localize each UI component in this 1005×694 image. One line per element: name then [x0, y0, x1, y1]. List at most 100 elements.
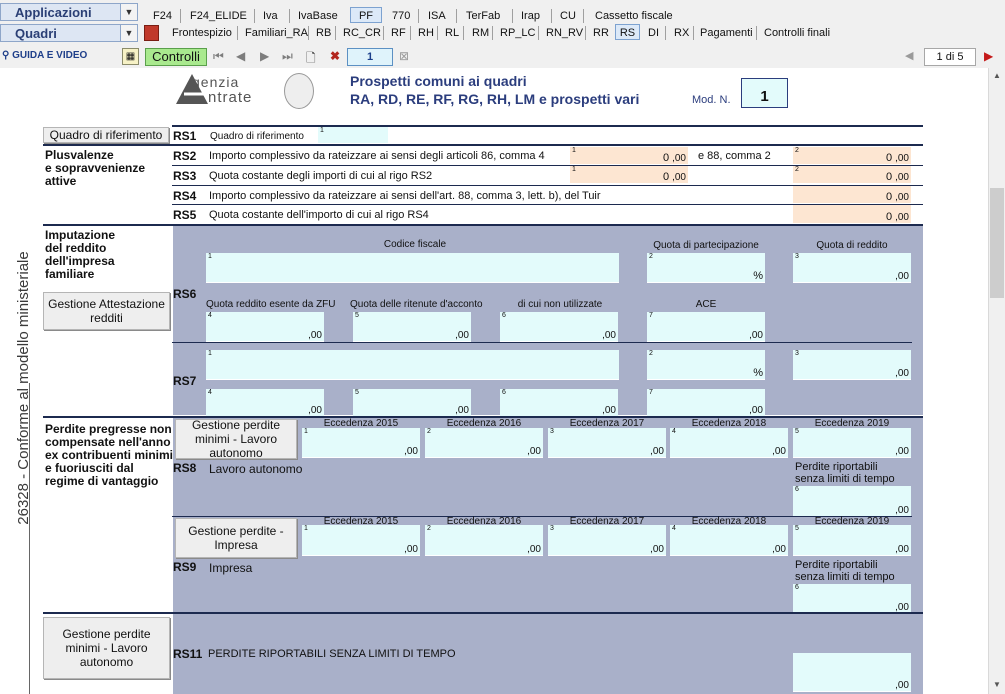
prev-page-icon[interactable]: ◀ — [236, 49, 245, 63]
guida-e-video-button[interactable]: ⚲ GUIDA E VIDEO — [2, 47, 117, 65]
applicazioni-dropdown[interactable]: Applicazioni ▼ — [0, 3, 138, 21]
chevron-down-icon[interactable]: ▼ — [120, 4, 137, 20]
prev-module-icon[interactable]: ◀ — [905, 49, 913, 62]
tab-770[interactable]: 770 — [390, 8, 412, 24]
tab-f24[interactable]: F24 — [151, 8, 174, 24]
vertical-scrollbar[interactable]: ▲ ▼ — [988, 68, 1005, 694]
rs9-senza-limiti-label: Perdite riportabili senza limiti di tempo — [795, 559, 895, 583]
rs9-eccedenza-2016[interactable]: 2,00 — [425, 525, 543, 556]
rs3-field2[interactable]: 2 0,00 — [793, 166, 911, 184]
rs9-eccedenza-2019[interactable]: 5,00 — [793, 525, 911, 556]
gestione-perdite-minimi-button[interactable]: Gestione perdite minimi - Lavoro autonom… — [175, 419, 297, 459]
clear-icon[interactable]: ⊠ — [399, 49, 409, 63]
tab-rf[interactable]: RF — [389, 25, 408, 41]
tab-rn-rv[interactable]: RN_RV — [544, 25, 585, 41]
last-page-icon[interactable]: ⏭ — [282, 49, 293, 64]
next-page-icon[interactable]: ▶ — [260, 49, 269, 63]
rs6-quota-reddito[interactable]: 3,00 — [793, 253, 911, 283]
chevron-down-icon[interactable]: ▼ — [120, 25, 137, 41]
rs1-field[interactable]: 1 — [318, 127, 388, 144]
rs6-ritenute[interactable]: 5,00 — [353, 312, 471, 342]
tab-separator — [308, 26, 309, 40]
rs7-quota-partecipazione[interactable]: 2% — [647, 350, 765, 380]
tab-rm[interactable]: RM — [470, 25, 491, 41]
tab-pf[interactable]: PF — [350, 7, 382, 23]
rs2-field1[interactable]: 1 0,00 — [570, 147, 688, 165]
rs8-eccedenza-2017[interactable]: 3,00 — [548, 428, 666, 458]
tab-familiari-ra[interactable]: Familiari_RA — [243, 25, 310, 41]
delete-page-icon[interactable]: ✖ — [330, 49, 340, 63]
rs4-field[interactable]: 0,00 — [793, 186, 911, 204]
tab-rs[interactable]: RS — [615, 24, 640, 40]
tab-rl[interactable]: RL — [443, 25, 461, 41]
rs8-eccedenza-2016[interactable]: 2,00 — [425, 428, 543, 458]
controlli-button[interactable]: Controlli — [145, 48, 207, 66]
rs6-codice-fiscale[interactable]: 1 — [206, 253, 619, 283]
rs8-eccedenza-2019[interactable]: 5,00 — [793, 428, 911, 458]
rs9-eccedenza-2017[interactable]: 3,00 — [548, 525, 666, 556]
rs7-ritenute[interactable]: 5,00 — [353, 389, 471, 417]
rs6-ace[interactable]: 7,00 — [647, 312, 765, 342]
tab-rh[interactable]: RH — [416, 25, 436, 41]
rs8-senza-limiti-label: Perdite riportabili senza limiti di tempo — [795, 461, 895, 485]
tab-f24-elide[interactable]: F24_ELIDE — [188, 8, 249, 24]
tab-rp-lc[interactable]: RP_LC — [498, 25, 537, 41]
tab-rx[interactable]: RX — [672, 25, 691, 41]
rs9-eccedenza-2015[interactable]: 1,00 — [302, 525, 420, 556]
tab-controlli-finali[interactable]: Controlli finali — [762, 25, 832, 41]
logo-text-line2: ntrate — [208, 89, 253, 106]
first-page-icon[interactable]: ⏮ — [213, 49, 226, 64]
rs7-non-utilizzate[interactable]: 6,00 — [500, 389, 618, 417]
tab-rr[interactable]: RR — [591, 25, 611, 41]
rs2-code: RS2 — [173, 149, 197, 163]
rs6-non-utilizzate[interactable]: 6,00 — [500, 312, 618, 342]
rs7-quota-reddito[interactable]: 3,00 — [793, 350, 911, 380]
gestione-attestazione-redditi-button[interactable]: Gestione Attestazione redditi — [43, 292, 170, 330]
tab-separator — [418, 9, 419, 23]
tab-frontespizio[interactable]: Frontespizio — [170, 25, 234, 41]
calculator-icon[interactable]: ▦ — [122, 48, 139, 65]
tab-ivabase[interactable]: IvaBase — [296, 8, 340, 24]
rs6-quota-zfu[interactable]: 4,00 — [206, 312, 324, 342]
tab-di[interactable]: DI — [646, 25, 661, 41]
rs7-ace[interactable]: 7,00 — [647, 389, 765, 417]
rs6-quota-partecipazione[interactable]: 2% — [647, 253, 765, 283]
tab-cassetto-fiscale[interactable]: Cassetto fiscale — [593, 8, 675, 24]
tab-rb[interactable]: RB — [314, 25, 333, 41]
rs9-senza-limiti-field[interactable]: 6,00 — [793, 584, 911, 614]
tab-irap[interactable]: Irap — [519, 8, 542, 24]
tab-cu[interactable]: CU — [558, 8, 578, 24]
rs7-quota-zfu[interactable]: 4,00 — [206, 389, 324, 417]
next-module-icon[interactable]: ▶ — [984, 49, 993, 63]
scroll-down-icon[interactable]: ▼ — [993, 680, 1001, 689]
tab-isa[interactable]: ISA — [426, 8, 448, 24]
scroll-up-icon[interactable]: ▲ — [993, 71, 1001, 80]
tab-iva[interactable]: Iva — [261, 8, 280, 24]
rs2-field2[interactable]: 2 0,00 — [793, 147, 911, 165]
quadri-dropdown[interactable]: Quadri ▼ — [0, 24, 138, 42]
rs8-senza-limiti-field[interactable]: 6,00 — [793, 486, 911, 517]
rs5-field[interactable]: 0,00 — [793, 205, 911, 224]
rs8-code: RS8 — [173, 461, 197, 475]
gestione-perdite-impresa-button[interactable]: Gestione perdite - Impresa — [175, 518, 297, 558]
pdf-icon[interactable] — [144, 25, 159, 41]
rs7-codice-fiscale[interactable]: 1 — [206, 350, 619, 380]
page-number-input[interactable]: 1 — [347, 48, 393, 66]
rs11-field[interactable]: ,00 — [793, 653, 911, 692]
scroll-thumb[interactable] — [990, 188, 1004, 298]
rs3-field1[interactable]: 1 0,00 — [570, 166, 688, 184]
mod-n-value[interactable]: 1 — [741, 78, 788, 108]
rs8-eccedenza-2018[interactable]: 4,00 — [670, 428, 788, 458]
tab-separator — [237, 26, 238, 40]
rs9-eccedenza-2018[interactable]: 4,00 — [670, 525, 788, 556]
new-page-icon[interactable]: 🗋 — [306, 49, 316, 70]
rs8-eccedenza-2015[interactable]: 1,00 — [302, 428, 420, 458]
tab-rc-cr[interactable]: RC_CR — [341, 25, 383, 41]
rs5-code: RS5 — [173, 208, 197, 222]
quadro-di-riferimento-button[interactable]: Quadro di riferimento — [43, 127, 169, 143]
header-ace: ACE — [695, 299, 717, 310]
tab-terfab[interactable]: TerFab — [464, 8, 502, 24]
tab-pagamenti[interactable]: Pagamenti — [698, 25, 755, 41]
gestione-perdite-minimi-rs11-button[interactable]: Gestione perdite minimi - Lavoro autonom… — [43, 617, 170, 679]
rs8-label: Lavoro autonomo — [209, 462, 303, 476]
